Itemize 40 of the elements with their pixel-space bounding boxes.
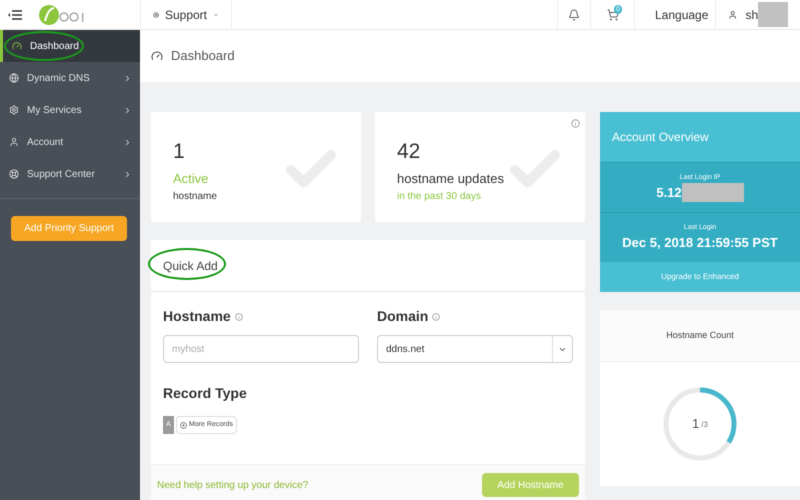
info-icon: [234, 312, 243, 320]
stat-value: 1: [173, 140, 186, 164]
plus-icon: [180, 422, 187, 428]
card-title: Hostname Count: [666, 328, 734, 342]
sidebar-item[interactable]: Dashboard: [0, 30, 140, 62]
bell-icon: [568, 8, 580, 20]
redaction-block: [758, 2, 788, 27]
username[interactable]: sh: [745, 6, 758, 24]
info-icon: [432, 312, 440, 320]
last-login-time: Dec 5, 2018 21:59:55 PST: [622, 234, 778, 252]
sidebar-item[interactable]: Dynamic DNS: [0, 62, 140, 94]
count-used: 1: [692, 415, 700, 434]
page-title: Dashboard: [171, 47, 235, 66]
sidebar-item[interactable]: My Services: [0, 94, 140, 126]
redaction-block: [682, 183, 744, 202]
count-total: /3: [701, 419, 708, 431]
last-login-ip: 5.12: [656, 184, 682, 202]
stat-label: hostname updates: [397, 170, 505, 188]
globe-icon: [9, 73, 19, 83]
user-icon: [9, 137, 19, 147]
stat-highlight: Active: [173, 170, 210, 188]
gear-icon: [9, 105, 19, 115]
sidebar-item[interactable]: Support Center: [0, 158, 140, 190]
dashboard-icon: [151, 50, 163, 62]
support-menu[interactable]: Support: [140, 0, 232, 29]
stat-value: 42: [397, 140, 422, 164]
user-icon: [728, 8, 738, 20]
domain-select[interactable]: ddns.net: [377, 335, 573, 363]
field-label: Hostname: [163, 307, 231, 326]
card-title: Quick Add: [163, 258, 218, 274]
hostname-field[interactable]: myhost: [163, 335, 359, 363]
panel-title: Account Overview: [600, 112, 800, 162]
section-label: Record Type: [163, 384, 248, 403]
field-label: Domain: [377, 307, 428, 326]
lifebuoy-icon: [9, 169, 19, 179]
stat-highlight: in the past 30 days: [397, 190, 482, 204]
dashboard-icon: [12, 41, 22, 51]
sidebar-item[interactable]: Account: [0, 126, 140, 158]
stat-label: hostname: [173, 190, 218, 204]
menu-icon[interactable]: [8, 10, 22, 20]
